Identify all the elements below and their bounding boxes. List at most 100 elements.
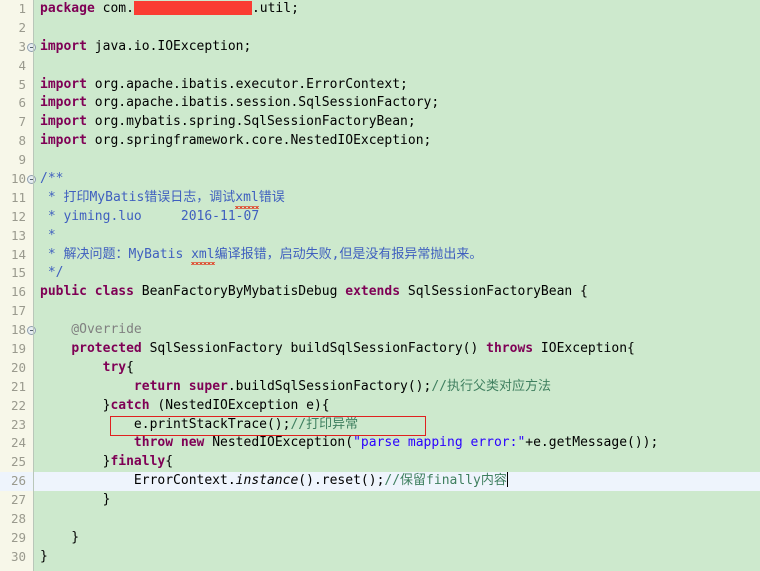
code-token: return super [133,378,228,394]
code-line[interactable]: 8 import org.springframework.core.NestedI… [0,132,760,151]
code-token: org.mybatis.spring.SqlSessionFactoryBean… [86,114,416,130]
code-token: catch [110,397,150,413]
code-token: xml [191,246,216,266]
line-number: 18 [10,322,26,338]
text-caret [506,472,509,488]
code-line[interactable]: 26 ErrorContext.instance().reset();//保留f… [0,472,760,492]
line-number: 6 [18,95,26,111]
code-token: xml [235,189,260,209]
code-token: 编译报错，启动失败,但是没有报异常抛出来。 [214,246,483,262]
code-line[interactable]: 19 protected SqlSessionFactory buildSqlS… [0,340,760,359]
code-token: //执行父类对应方法 [431,378,551,394]
line-number: 2 [18,19,26,35]
code-line[interactable]: 23 e.printStackTrace();//打印异常 [0,416,760,435]
code-text: import org.springframework.core.NestedIO… [40,132,431,151]
code-line[interactable]: 15 */ [0,264,760,283]
code-token: /** [40,171,64,187]
code-line[interactable]: 21 return super.buildSqlSessionFactory()… [0,378,760,397]
code-line[interactable]: 2 [0,19,760,38]
fold-collapse-icon[interactable] [27,175,36,185]
code-token: public class [40,284,134,300]
code-token: finally [110,454,166,470]
line-number: 9 [18,152,26,168]
code-token: SqlSessionFactoryBean { [400,284,588,300]
code-token: try [102,359,127,375]
code-token: +e.getMessage()); [525,435,659,451]
code-line[interactable]: 18 @Override [0,321,760,340]
code-token: org.apache.ibatis.session.SqlSessionFact… [86,95,440,111]
line-number: 1 [18,1,26,16]
code-line[interactable]: 20 try{ [0,359,760,378]
code-token: .buildSqlSessionFactory(); [227,378,432,394]
line-number: 26 [10,473,26,489]
code-token: SqlSessionFactory buildSqlSessionFactory… [141,341,487,357]
code-token: } [40,397,111,413]
code-token: //打印异常 [290,416,359,432]
code-line[interactable]: 24 throw new NestedIOException("parse ma… [0,434,760,453]
line-number: 4 [18,57,26,73]
line-number: 7 [18,114,26,130]
fold-collapse-icon[interactable] [27,42,36,52]
code-line[interactable]: 29 } [0,529,760,548]
code-line[interactable]: 14 * 解决问题：MyBatis xml编译报错，启动失败,但是没有报异常抛出… [0,246,760,266]
line-number: 22 [10,397,26,413]
code-text: import org.apache.ibatis.executor.ErrorC… [40,76,408,95]
code-text: throw new NestedIOException("parse mappi… [40,434,658,453]
code-line[interactable]: 10 /** [0,170,760,189]
code-line[interactable]: 3 import java.io.IOException; [0,38,760,57]
code-text: } [40,491,111,510]
line-number: 8 [18,133,26,149]
code-line[interactable]: 30} [0,548,760,567]
code-text: * 解决问题：MyBatis xml编译报错，启动失败,但是没有报异常抛出来。 [40,246,483,266]
code-line[interactable]: 13 * [0,227,760,246]
code-line[interactable]: 25 }finally{ [0,453,760,472]
code-token: e.printStackTrace(); [40,416,291,432]
line-number: 13 [10,227,26,243]
code-line[interactable]: 16 public class BeanFactoryByMybatisDebug… [0,283,760,302]
line-number: 24 [10,435,26,451]
code-editor[interactable]: 1 package com. .util; 2 3 import java.io.IOEx… [0,0,760,571]
code-line[interactable]: 22 }catch (NestedIOException e){ [0,397,760,416]
code-token: } [40,492,111,508]
line-number: 12 [10,208,26,224]
line-number: 27 [10,492,26,508]
code-token: import [40,133,87,149]
code-token: NestedIOException( [204,435,354,451]
code-line[interactable]: 6 import org.apache.ibatis.session.SqlSes… [0,94,760,113]
code-line[interactable]: 4 [0,57,760,76]
fold-collapse-icon[interactable] [27,326,36,336]
code-token: { [165,454,174,470]
code-token: import [40,76,87,92]
code-text: import org.apache.ibatis.session.SqlSess… [40,94,439,113]
code-line[interactable]: 27 } [0,491,760,510]
code-line[interactable]: 5 import org.apache.ibatis.executor.Error… [0,76,760,95]
code-token: } [40,529,80,545]
code-text: import java.io.IOException; [40,38,251,57]
code-line[interactable]: 1 package com. .util; [0,0,760,19]
code-line[interactable]: 12 * yiming.luo 2016-11-07 [0,208,760,227]
code-token: IOException{ [533,341,635,357]
code-token: org.apache.ibatis.executor.ErrorContext; [86,76,408,92]
code-rows[interactable]: 1 package com. .util; 2 3 import java.io.IOEx… [0,0,760,567]
code-line[interactable]: 7 import org.mybatis.spring.SqlSessionFac… [0,113,760,132]
code-text: protected SqlSessionFactory buildSqlSess… [40,340,635,359]
code-token: * 解决问题：MyBatis [40,246,192,262]
line-number: 5 [18,76,26,92]
code-token: extends [345,284,401,300]
code-token: throw new [133,435,205,451]
code-token: 错误 [258,189,285,205]
code-line[interactable]: 9 [0,151,760,170]
code-token: com. [94,1,134,16]
code-token: import [40,95,87,111]
code-token: (NestedIOException e){ [149,397,330,413]
code-line[interactable]: 28 [0,510,760,529]
code-text: package com. .util; [40,0,299,19]
code-token: } [40,454,111,470]
code-token: ().reset(); [298,473,385,489]
code-line[interactable]: 11 * 打印MyBatis错误日志，调试xml错误 [0,189,760,209]
code-text: }catch (NestedIOException e){ [40,397,330,416]
code-text: * [40,227,56,246]
code-line[interactable]: 17 [0,302,760,321]
